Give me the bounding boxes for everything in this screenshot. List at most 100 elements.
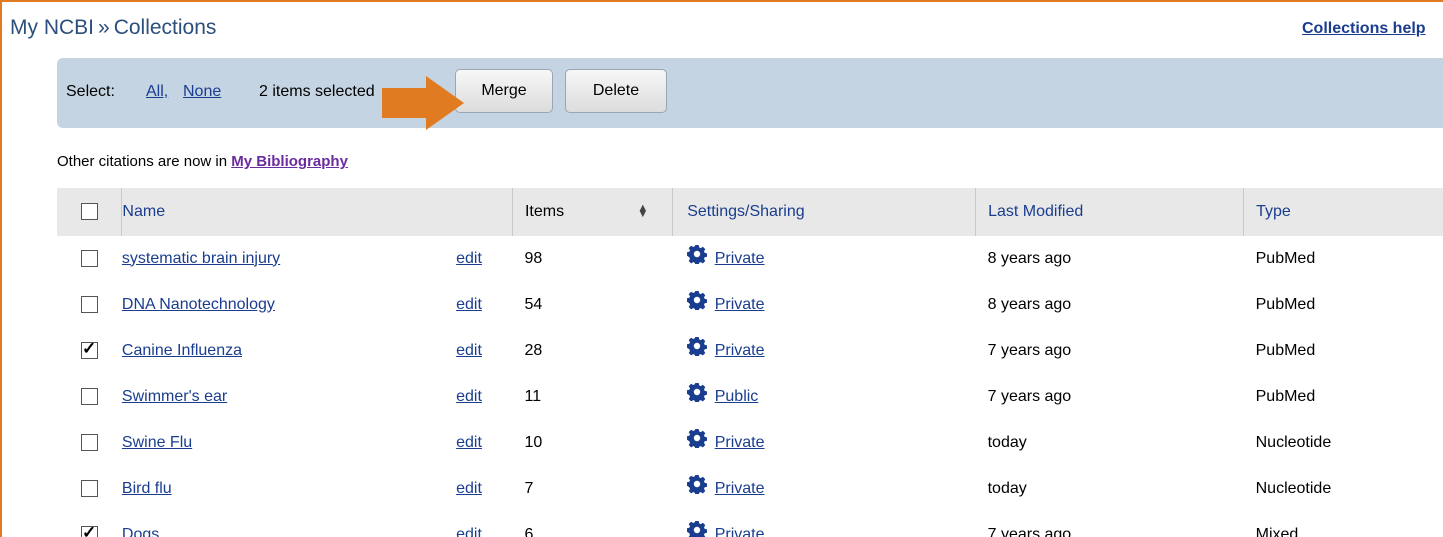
header-select-all: [57, 188, 122, 236]
name-cell: Canine Influenza: [121, 327, 457, 374]
row-checkbox[interactable]: [80, 523, 98, 537]
last-modified-cell: 7 years ago: [975, 373, 1244, 420]
note-text: Other citations are now in: [57, 153, 228, 170]
edit-link[interactable]: edit: [456, 296, 482, 313]
edit-cell: edit: [456, 236, 513, 282]
last-modified-cell: 7 years ago: [975, 511, 1244, 537]
bibliography-note: Other citations are now in My Bibliograp…: [57, 153, 348, 170]
gear-icon[interactable]: [686, 244, 707, 269]
type-cell: Nucleotide: [1243, 419, 1443, 466]
items-count: 54: [512, 281, 673, 328]
row-checkbox[interactable]: [80, 433, 98, 451]
edit-link[interactable]: edit: [456, 434, 482, 451]
settings-cell: Private: [672, 511, 976, 537]
header-last-modified[interactable]: Last Modified: [975, 188, 1244, 236]
items-count: 98: [512, 236, 673, 282]
name-cell: Swimmer's ear: [121, 373, 457, 420]
breadcrumb-separator: »: [98, 16, 110, 39]
select-label: Select:: [66, 83, 115, 100]
my-bibliography-link[interactable]: My Bibliography: [231, 153, 348, 170]
header-items[interactable]: Items ▲ ▼: [511, 188, 673, 236]
items-count: 28: [512, 327, 673, 374]
row-select-cell: [57, 465, 122, 512]
row-select-cell: [57, 419, 122, 466]
items-count: 6: [512, 511, 673, 537]
header-settings-sharing[interactable]: Settings/Sharing: [672, 188, 976, 236]
edit-cell: edit: [456, 373, 513, 420]
edit-link[interactable]: edit: [456, 342, 482, 359]
delete-button[interactable]: Delete: [565, 69, 667, 113]
last-modified-cell: today: [975, 419, 1244, 466]
table-row: DNA Nanotechnology edit 54 Private 8 years a…: [57, 281, 1443, 328]
page-frame: My NCBI» Collections Collections help Sel…: [0, 0, 1443, 537]
gear-icon[interactable]: [686, 474, 707, 499]
row-checkbox[interactable]: [80, 479, 98, 497]
row-select-cell: [57, 281, 122, 328]
collection-name-link[interactable]: Bird flu: [122, 480, 172, 497]
breadcrumb: My NCBI» Collections: [10, 16, 216, 40]
name-cell: Swine Flu: [121, 419, 457, 466]
gear-icon[interactable]: [686, 520, 707, 537]
merge-button[interactable]: Merge: [455, 69, 553, 113]
collection-name-link[interactable]: Canine Influenza: [122, 342, 242, 359]
settings-cell: Private: [672, 236, 976, 282]
select-all-checkbox[interactable]: [80, 203, 98, 221]
items-count: 7: [512, 465, 673, 512]
row-checkbox[interactable]: [80, 249, 98, 267]
breadcrumb-current: Collections: [113, 16, 217, 39]
row-checkbox[interactable]: [80, 339, 98, 359]
row-checkbox[interactable]: [80, 387, 98, 405]
collection-name-link[interactable]: Swimmer's ear: [122, 388, 227, 405]
collection-name-link[interactable]: Dogs: [122, 526, 159, 537]
settings-cell: Private: [672, 419, 976, 466]
edit-cell: edit: [456, 327, 513, 374]
table-row: Canine Influenza edit 28 Private 7 years ago…: [57, 327, 1443, 374]
select-none-link[interactable]: None: [183, 83, 221, 101]
collection-name-link[interactable]: DNA Nanotechnology: [122, 296, 275, 313]
sharing-link[interactable]: Private: [715, 480, 765, 498]
sharing-link[interactable]: Private: [715, 526, 765, 537]
last-modified-cell: 8 years ago: [975, 236, 1244, 282]
row-select-cell: [57, 236, 122, 282]
last-modified-cell: 8 years ago: [975, 281, 1244, 328]
row-checkbox[interactable]: [80, 295, 98, 313]
sort-icon[interactable]: ▲ ▼: [637, 203, 648, 220]
row-select-cell: [57, 511, 122, 537]
sharing-link[interactable]: Private: [715, 296, 765, 314]
edit-link[interactable]: edit: [456, 526, 482, 537]
collections-table: Name Items ▲ ▼ Settings/Sharing Last Modif…: [57, 188, 1443, 537]
sharing-link[interactable]: Private: [715, 250, 765, 268]
gear-icon[interactable]: [686, 336, 707, 361]
edit-link[interactable]: edit: [456, 250, 482, 267]
sharing-link[interactable]: Private: [715, 434, 765, 452]
edit-cell: edit: [456, 419, 513, 466]
selected-count: 2 items selected: [259, 83, 375, 100]
table-row: systematic brain injury edit 98 Private 8 ye…: [57, 236, 1443, 282]
items-count: 11: [512, 373, 673, 420]
gear-icon[interactable]: [686, 290, 707, 315]
sharing-link[interactable]: Private: [715, 342, 765, 360]
table-row: Dogs edit 6 Private 7 years agoMixed: [57, 511, 1443, 537]
gear-icon[interactable]: [686, 382, 707, 407]
type-cell: PubMed: [1243, 281, 1443, 328]
settings-cell: Public: [672, 373, 976, 420]
select-all-link[interactable]: All,: [146, 83, 168, 101]
type-cell: PubMed: [1243, 373, 1443, 420]
edit-link[interactable]: edit: [456, 480, 482, 497]
edit-link[interactable]: edit: [456, 388, 482, 405]
header-name[interactable]: Name: [121, 188, 513, 236]
type-cell: Mixed: [1243, 511, 1443, 537]
collection-name-link[interactable]: Swine Flu: [122, 434, 192, 451]
settings-cell: Private: [672, 281, 976, 328]
gear-icon[interactable]: [686, 428, 707, 453]
type-cell: PubMed: [1243, 236, 1443, 282]
header-type[interactable]: Type: [1243, 188, 1443, 236]
edit-cell: edit: [456, 511, 513, 537]
sharing-link[interactable]: Public: [715, 388, 759, 406]
settings-cell: Private: [672, 327, 976, 374]
collections-help-link[interactable]: Collections help: [1302, 20, 1426, 38]
collection-name-link[interactable]: systematic brain injury: [122, 250, 280, 267]
selection-toolbar: Select: All, None 2 items selected Merge…: [57, 58, 1443, 128]
breadcrumb-my-ncbi[interactable]: My NCBI: [10, 16, 94, 39]
items-count: 10: [512, 419, 673, 466]
